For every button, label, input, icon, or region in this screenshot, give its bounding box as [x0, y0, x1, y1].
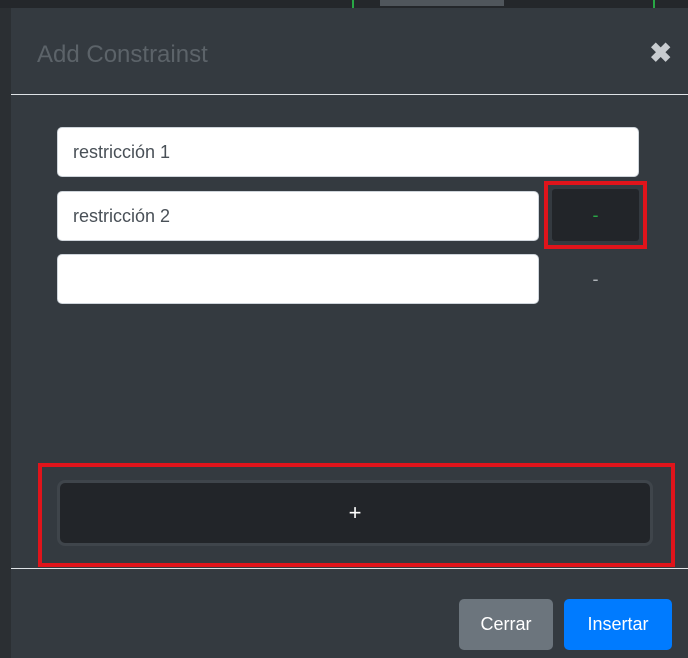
remove-constraint-3-button[interactable]: -	[552, 254, 639, 304]
constraint-input-1[interactable]	[57, 127, 639, 177]
background-top-strip	[0, 0, 688, 8]
modal-header: Add Constrainst ✖	[11, 8, 688, 95]
modal-title: Add Constrainst	[37, 41, 208, 68]
remove-constraint-2-button[interactable]: -	[552, 189, 639, 241]
background-divider	[653, 0, 655, 8]
add-constraints-modal: Add Constrainst ✖ - - + Cerrar Insertar	[11, 8, 688, 658]
add-constraint-button[interactable]: +	[57, 480, 653, 546]
modal-footer: Cerrar Insertar	[11, 568, 688, 658]
background-left-edge	[0, 8, 11, 658]
insertar-button[interactable]: Insertar	[564, 599, 672, 650]
page: Add Constrainst ✖ - - + Cerrar Insertar	[0, 0, 688, 658]
background-tab-accent	[380, 0, 504, 6]
close-icon[interactable]: ✖	[649, 40, 672, 67]
cerrar-button[interactable]: Cerrar	[459, 599, 553, 650]
background-divider	[352, 0, 354, 8]
constraint-input-3[interactable]	[57, 254, 539, 304]
constraint-input-2[interactable]	[57, 191, 539, 241]
